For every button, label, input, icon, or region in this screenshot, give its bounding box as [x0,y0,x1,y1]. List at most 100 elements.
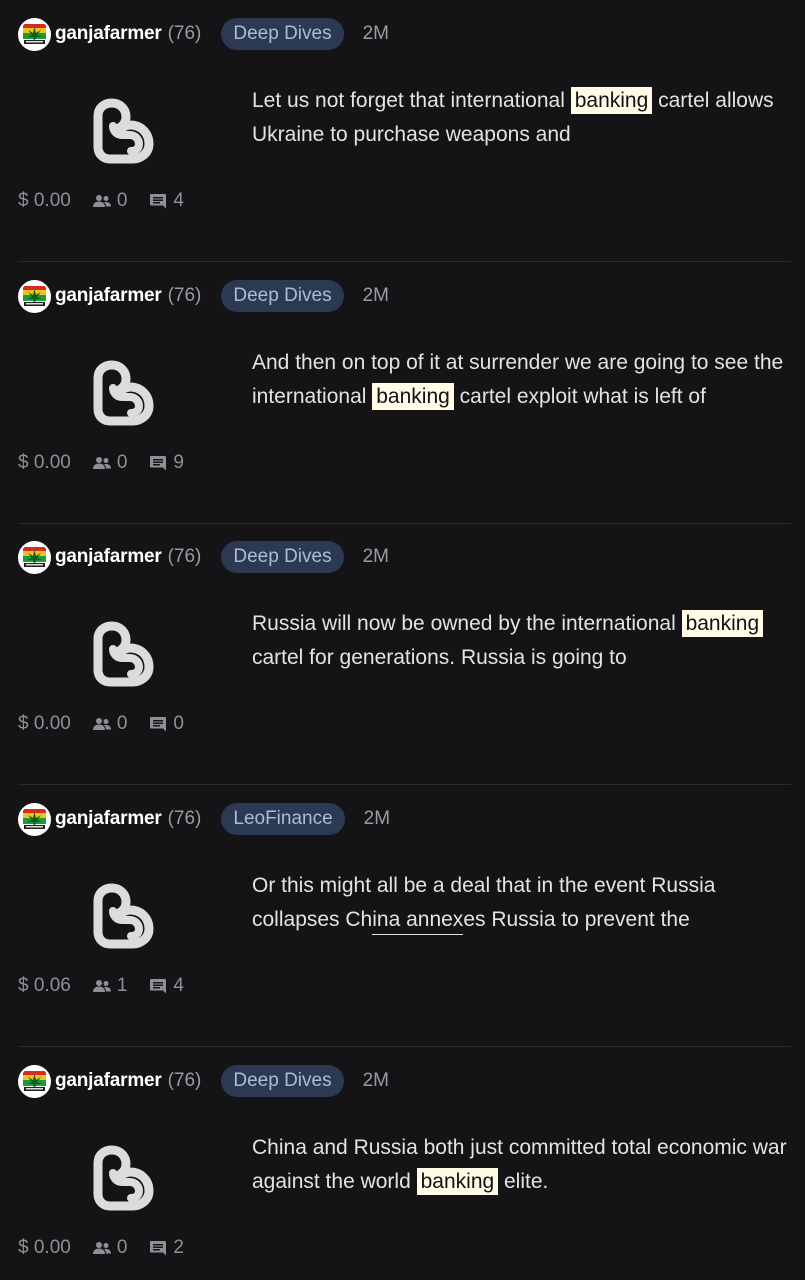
author-reputation: (76) [167,808,202,829]
comments[interactable]: 4 [149,190,184,212]
avatar-image-icon [21,805,48,833]
payout-value: $ 0.00 [18,190,71,211]
hive-blog-logo-icon [93,360,154,426]
avatar[interactable] [18,802,51,836]
votes-count: 0 [116,1237,128,1258]
votes[interactable]: 1 [92,975,128,997]
post-thumbnail[interactable] [90,621,156,687]
post-card[interactable]: ganjafarmer (76) Deep Dives 2M China and… [0,1047,805,1280]
author-name[interactable]: ganjafarmer [55,546,162,568]
hive-blog-logo-icon [93,98,154,164]
post-card[interactable]: ganjafarmer (76) Deep Dives 2M And then … [0,262,805,524]
post-stats: $ 0.06 1 4 [18,971,206,1001]
payout-value: $ 0.00 [18,1237,71,1258]
payout[interactable]: $ 0.00 [18,190,71,212]
excerpt-text: Let us not forget that international [252,89,571,112]
post-timestamp: 2M [362,546,389,567]
post-header: ganjafarmer (76) Deep Dives 2M [18,1064,389,1098]
post-header: ganjafarmer (76) Deep Dives 2M [18,540,389,574]
post-card[interactable]: ganjafarmer (76) LeoFinance 2M Or this m… [0,785,805,1047]
people-icon [92,457,111,469]
post-timestamp: 2M [362,285,389,306]
post-header: ganjafarmer (76) Deep Dives 2M [18,279,389,313]
excerpt-text: Russia will now be owned by the internat… [252,612,682,635]
community-tag[interactable]: Deep Dives [221,280,344,312]
post-thumbnail[interactable] [90,98,156,164]
post-stats: $ 0.00 0 2 [18,1233,206,1263]
author-reputation: (76) [167,23,202,44]
post-feed: ganjafarmer (76) Deep Dives 2M Let us no… [0,0,805,1280]
avatar-image-icon [21,1067,48,1095]
comments[interactable]: 4 [149,975,184,997]
payout[interactable]: $ 0.00 [18,452,71,474]
comments-count: 0 [173,713,184,734]
post-timestamp: 2M [362,1070,389,1091]
votes-count: 1 [116,975,128,996]
author-name[interactable]: ganjafarmer [55,23,162,45]
author-reputation: (76) [167,546,202,567]
comment-icon [150,193,167,208]
avatar[interactable] [18,1064,51,1098]
underlined-text: ina annex [372,908,464,931]
author-name[interactable]: ganjafarmer [55,285,162,307]
excerpt-text: cartel for generations. Russia is going … [252,646,627,669]
payout[interactable]: $ 0.00 [18,1237,71,1259]
people-icon [92,980,111,992]
hive-blog-logo-icon [93,1145,154,1211]
comments-count: 4 [173,975,184,996]
search-highlight: banking [416,1168,499,1195]
post-card[interactable]: ganjafarmer (76) Deep Dives 2M Let us no… [0,0,805,262]
post-thumbnail[interactable] [90,883,156,949]
community-tag[interactable]: Deep Dives [221,541,344,573]
search-highlight: banking [681,610,764,637]
post-excerpt[interactable]: China and Russia both just committed tot… [252,1131,797,1199]
search-highlight: banking [570,87,653,114]
post-timestamp: 2M [362,23,389,44]
votes[interactable]: 0 [92,452,128,474]
post-excerpt[interactable]: Let us not forget that international ban… [252,84,797,152]
community-tag[interactable]: LeoFinance [221,803,345,835]
people-icon [92,195,111,207]
excerpt-text: elite. [498,1170,549,1193]
payout[interactable]: $ 0.00 [18,713,71,735]
people-icon [92,1242,111,1254]
hive-blog-logo-icon [93,621,154,687]
author-name[interactable]: ganjafarmer [55,1070,162,1092]
avatar[interactable] [18,17,51,51]
avatar[interactable] [18,540,51,574]
author-reputation: (76) [167,1070,202,1091]
community-tag[interactable]: Deep Dives [221,1065,344,1097]
post-excerpt[interactable]: Russia will now be owned by the internat… [252,607,797,675]
search-highlight: banking [372,383,454,410]
author-name[interactable]: ganjafarmer [55,808,162,830]
votes-count: 0 [116,452,128,473]
payout-value: $ 0.00 [18,452,71,473]
post-excerpt[interactable]: And then on top of it at surrender we ar… [252,346,797,414]
post-excerpt[interactable]: Or this might all be a deal that in the … [252,869,797,937]
excerpt-text: cartel exploit what is left of [453,385,706,408]
comments[interactable]: 0 [149,713,184,735]
post-card[interactable]: ganjafarmer (76) Deep Dives 2M Russia wi… [0,523,805,785]
avatar[interactable] [18,279,51,313]
votes-count: 0 [116,713,128,734]
hive-blog-logo-icon [93,883,154,949]
avatar-image-icon [21,282,48,310]
community-tag[interactable]: Deep Dives [221,18,344,50]
payout-value: $ 0.00 [18,713,71,734]
comments-count: 4 [173,190,184,211]
votes[interactable]: 0 [92,1237,128,1259]
comments[interactable]: 9 [149,452,184,474]
post-thumbnail[interactable] [90,1145,156,1211]
post-header: ganjafarmer (76) Deep Dives 2M [18,17,389,51]
payout[interactable]: $ 0.06 [18,975,71,997]
comments[interactable]: 2 [149,1237,184,1259]
post-thumbnail[interactable] [90,360,156,426]
comments-count: 9 [173,452,184,473]
comment-icon [150,716,167,731]
payout-value: $ 0.06 [18,975,71,996]
votes[interactable]: 0 [92,190,127,212]
people-icon [92,718,111,730]
excerpt-text: es Russia to prevent the [463,908,690,931]
comment-icon [150,978,167,993]
votes[interactable]: 0 [92,713,128,735]
